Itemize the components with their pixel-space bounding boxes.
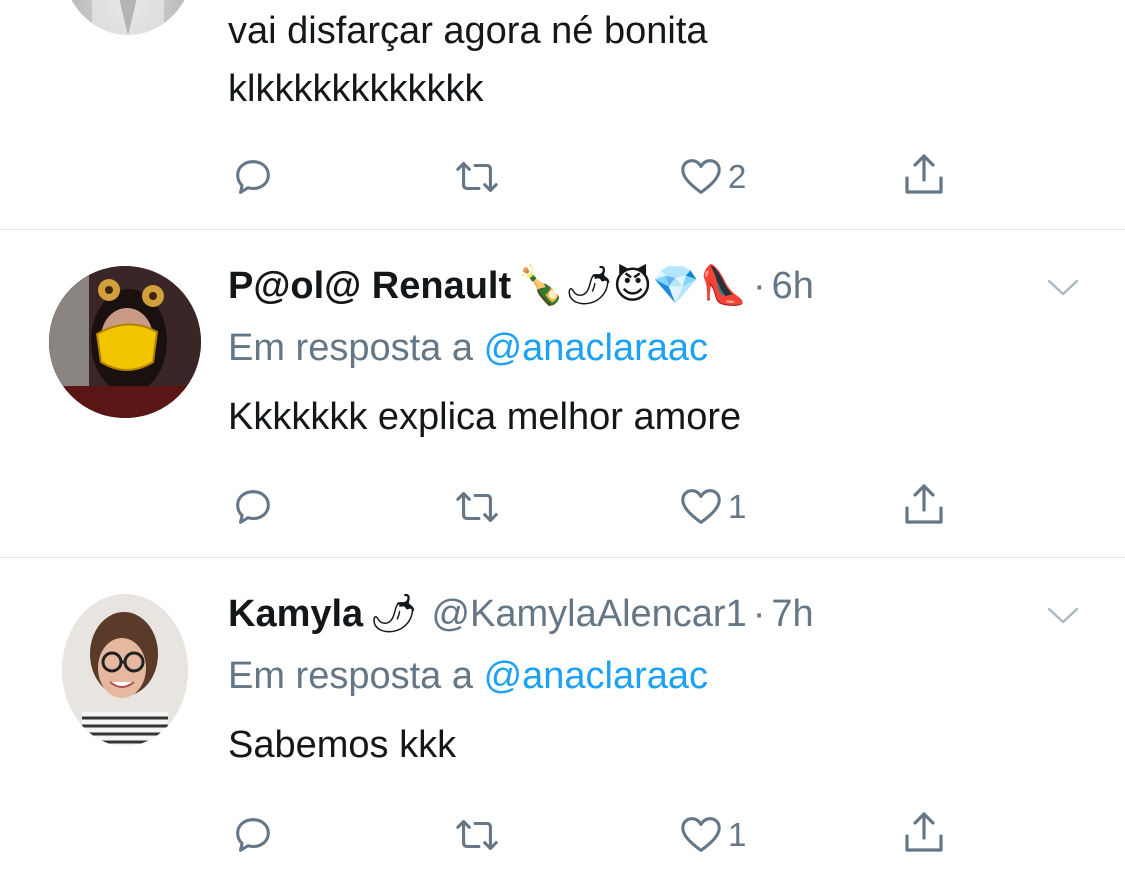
- tweet-2[interactable]: P@ol@ Renault 🍾🌶😈💎👠 · 6h Em resposta a @…: [0, 230, 1125, 557]
- like-button[interactable]: 2: [678, 152, 746, 202]
- heart-icon: [681, 159, 721, 194]
- chevron-down-icon[interactable]: [1046, 278, 1080, 298]
- like-button[interactable]: 1: [678, 810, 746, 860]
- tweet-3[interactable]: Kamyla 🌶 @KamylaAlencar1 · 7h Em respost…: [0, 558, 1125, 883]
- display-name[interactable]: P@ol@ Renault: [228, 264, 511, 308]
- retweet-icon: [456, 492, 498, 522]
- author-line: Kamyla 🌶 @KamylaAlencar1 · 7h: [228, 592, 814, 636]
- reply-button[interactable]: [230, 152, 276, 202]
- share-button[interactable]: [900, 808, 948, 858]
- chevron-down-icon[interactable]: [1046, 606, 1080, 626]
- tweet-1[interactable]: vai disfarçar agora né bonita klkkkkkkkk…: [0, 0, 1125, 230]
- tweet-text-line: Kkkkkkk explica melhor amore: [228, 396, 742, 438]
- share-button[interactable]: [900, 150, 948, 200]
- tweet-text-line: Sabemos kkk: [228, 724, 457, 766]
- reply-button[interactable]: [230, 482, 276, 532]
- retweet-button[interactable]: [450, 810, 504, 860]
- retweet-button[interactable]: [450, 482, 504, 532]
- retweet-icon: [456, 820, 498, 850]
- reply-button[interactable]: [230, 810, 276, 860]
- timestamp[interactable]: 6h: [772, 264, 814, 308]
- separator-dot: ·: [752, 593, 766, 635]
- like-count: 1: [728, 816, 747, 853]
- reply-icon: [236, 818, 270, 852]
- reply-prefix: Em resposta a: [228, 327, 473, 369]
- share-icon: [905, 154, 943, 194]
- like-count: 1: [728, 488, 747, 525]
- reply-icon: [236, 160, 270, 194]
- author-line: P@ol@ Renault 🍾🌶😈💎👠 · 6h: [228, 264, 814, 308]
- like-count: 2: [728, 158, 747, 195]
- reply-mention-link[interactable]: @anaclaraac: [484, 327, 708, 369]
- avatar[interactable]: [62, 594, 188, 746]
- tweet-text-line: vai disfarçar agora né bonita: [228, 10, 708, 52]
- reply-context: Em resposta a @anaclaraac: [228, 326, 708, 370]
- tweet-text-line: klkkkkkkkkkkkk: [228, 68, 484, 110]
- user-handle[interactable]: @KamylaAlencar1: [431, 592, 746, 636]
- like-button[interactable]: 1: [678, 482, 746, 532]
- avatar[interactable]: [49, 266, 201, 418]
- name-emojis: 🌶: [369, 593, 418, 635]
- avatar[interactable]: [62, 0, 194, 35]
- reply-icon: [236, 490, 270, 524]
- display-name[interactable]: Kamyla: [228, 592, 363, 636]
- heart-icon: [681, 489, 721, 524]
- separator-dot: ·: [752, 265, 766, 307]
- share-icon: [905, 812, 943, 852]
- share-button[interactable]: [900, 480, 948, 530]
- reply-prefix: Em resposta a: [228, 655, 473, 697]
- reply-mention-link[interactable]: @anaclaraac: [484, 655, 708, 697]
- share-icon: [905, 484, 943, 524]
- timestamp[interactable]: 7h: [771, 592, 813, 636]
- heart-icon: [681, 817, 721, 852]
- retweet-icon: [456, 162, 498, 192]
- retweet-button[interactable]: [450, 152, 504, 202]
- reply-context: Em resposta a @anaclaraac: [228, 654, 708, 698]
- name-emojis: 🍾🌶😈💎👠: [517, 265, 747, 307]
